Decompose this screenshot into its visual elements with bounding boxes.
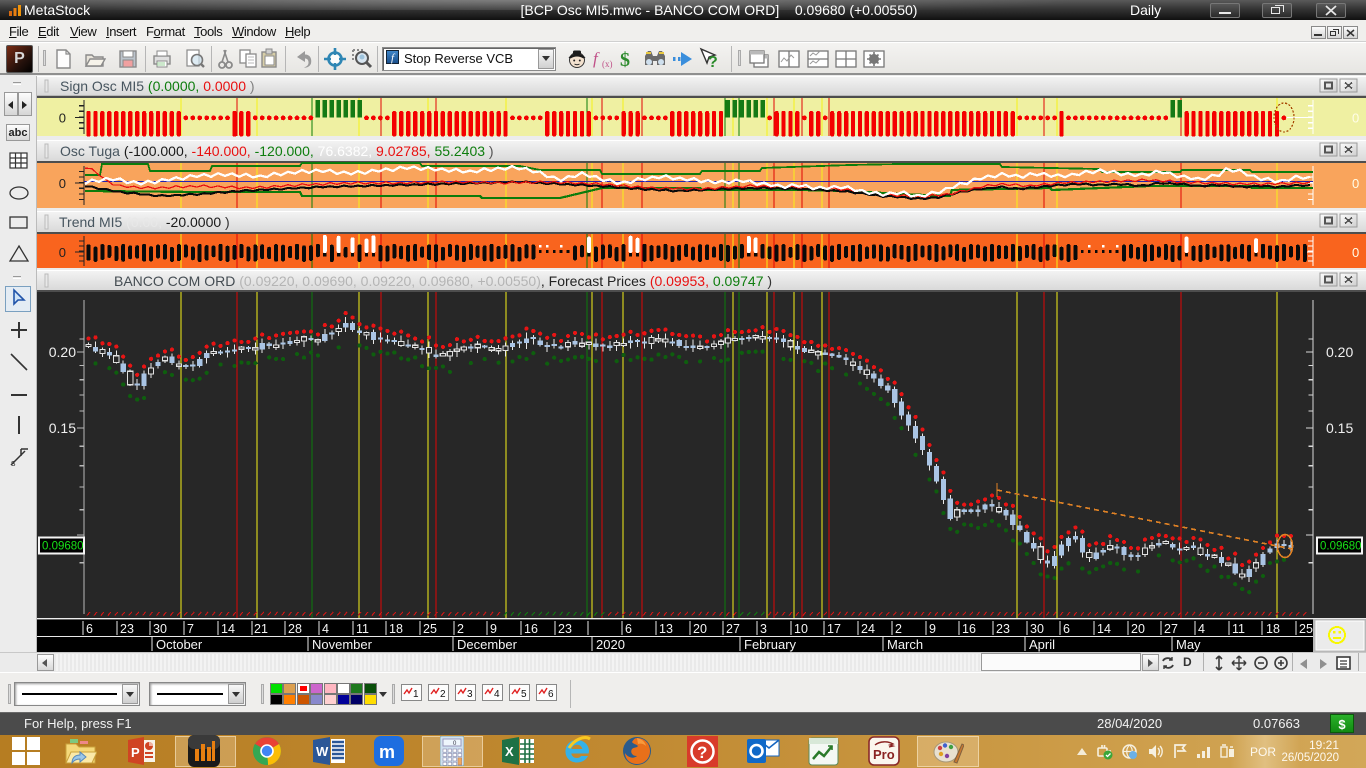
- svg-text:0: 0: [1352, 176, 1359, 191]
- svg-text:20: 20: [1131, 622, 1145, 636]
- svg-text:0.15: 0.15: [49, 420, 76, 436]
- svg-text:5: 5: [521, 689, 527, 700]
- svg-text:2: 2: [895, 622, 902, 636]
- svg-text:30: 30: [1030, 622, 1044, 636]
- svg-text:P: P: [131, 745, 140, 760]
- svg-text:October: October: [156, 637, 203, 652]
- svg-text:11: 11: [356, 622, 369, 636]
- svg-text:0.09680: 0.09680: [1320, 541, 1362, 553]
- svg-text:0.15: 0.15: [1326, 420, 1353, 436]
- svg-text:$: $: [620, 49, 630, 71]
- svg-text:X: X: [505, 744, 514, 759]
- svg-text:6: 6: [625, 622, 632, 636]
- svg-text:Pro: Pro: [873, 747, 895, 762]
- svg-text:18: 18: [1266, 622, 1280, 636]
- svg-text:(x): (x): [602, 59, 613, 69]
- svg-text:Sign Osc MI5 (0.0000, 0.0000 ): Sign Osc MI5 (0.0000, 0.0000 ): [60, 78, 255, 94]
- svg-text:0: 0: [1352, 111, 1359, 126]
- svg-text:9: 9: [929, 622, 936, 636]
- svg-text:30: 30: [153, 622, 167, 636]
- svg-text:March: March: [887, 637, 923, 652]
- svg-text:6: 6: [548, 689, 554, 700]
- svg-text:f: f: [593, 49, 600, 68]
- svg-text:4: 4: [494, 689, 500, 700]
- svg-text:25: 25: [1299, 622, 1313, 636]
- svg-text:14: 14: [221, 622, 235, 636]
- svg-text:23: 23: [558, 622, 572, 636]
- svg-text:s: s: [11, 458, 16, 468]
- svg-text:0.09680: 0.09680: [42, 541, 84, 553]
- svg-text:27: 27: [726, 622, 740, 636]
- svg-text:November: November: [312, 637, 373, 652]
- svg-text:1: 1: [413, 689, 419, 700]
- svg-text:6: 6: [1063, 622, 1070, 636]
- svg-text:21: 21: [254, 622, 268, 636]
- svg-text:16: 16: [962, 622, 976, 636]
- svg-text:2020: 2020: [596, 637, 625, 652]
- svg-text:23: 23: [996, 622, 1010, 636]
- svg-text:?: ?: [697, 743, 707, 762]
- svg-text:2: 2: [440, 689, 446, 700]
- svg-text:13: 13: [659, 622, 673, 636]
- svg-text:0.20: 0.20: [1326, 344, 1353, 360]
- svg-text:4: 4: [1198, 622, 1205, 636]
- svg-text:Trend MI5 (0.00, -20.0000 ): Trend MI5 (0.00, -20.0000 ): [59, 214, 230, 230]
- svg-text:?: ?: [708, 54, 718, 71]
- svg-text:Osc Tuga (-100.000, -140.000,: Osc Tuga (-100.000, -140.000, -120.000, …: [60, 143, 494, 159]
- svg-text:W: W: [316, 744, 329, 759]
- svg-text:7: 7: [187, 622, 194, 636]
- svg-text:0: 0: [59, 245, 66, 260]
- svg-text:23: 23: [120, 622, 134, 636]
- svg-text:April: April: [1029, 637, 1055, 652]
- svg-text:May: May: [1176, 637, 1201, 652]
- svg-text:9: 9: [490, 622, 497, 636]
- svg-text:February: February: [744, 637, 797, 652]
- svg-text:3: 3: [467, 689, 473, 700]
- svg-text:20: 20: [693, 622, 707, 636]
- svg-text:0: 0: [1352, 245, 1359, 260]
- svg-text:16: 16: [524, 622, 538, 636]
- svg-text:28: 28: [288, 622, 302, 636]
- svg-text:2: 2: [457, 622, 464, 636]
- svg-text:25: 25: [423, 622, 437, 636]
- svg-text:11: 11: [1232, 622, 1245, 636]
- svg-text:18: 18: [389, 622, 403, 636]
- svg-text:0: 0: [59, 176, 66, 191]
- svg-text:0: 0: [59, 111, 66, 126]
- svg-text:m: m: [379, 742, 395, 762]
- svg-text:10: 10: [794, 622, 808, 636]
- svg-text:4: 4: [322, 622, 329, 636]
- svg-text:24: 24: [861, 622, 875, 636]
- svg-text:December: December: [457, 637, 518, 652]
- svg-text:17: 17: [827, 622, 841, 636]
- svg-text:3: 3: [760, 622, 767, 636]
- svg-text:0.20: 0.20: [49, 344, 76, 360]
- svg-text:27: 27: [1164, 622, 1178, 636]
- svg-text:BANCO COM ORD (0.09220, 0.0969: BANCO COM ORD (0.09220, 0.09690, 0.09220…: [114, 273, 772, 289]
- svg-text:14: 14: [1097, 622, 1111, 636]
- svg-text:6: 6: [86, 622, 93, 636]
